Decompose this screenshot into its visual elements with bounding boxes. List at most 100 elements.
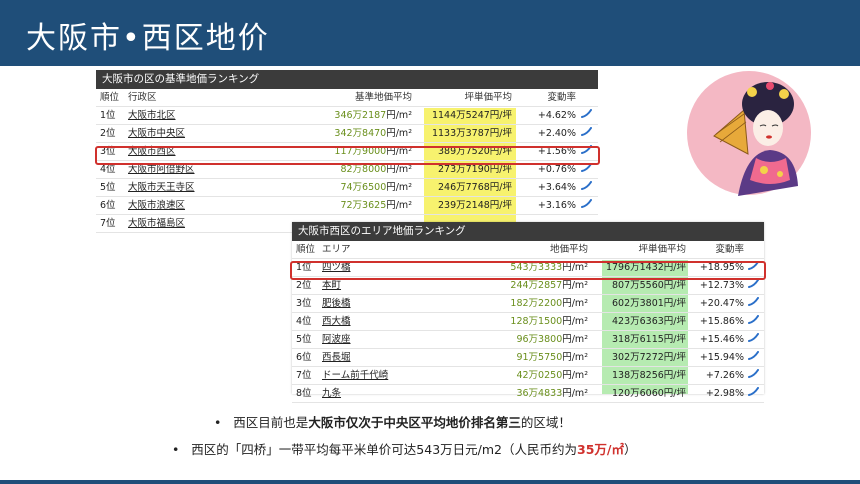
price-unit: 円/m² <box>562 334 588 345</box>
table-row: 6位 西長堀 91万5750円/m² 302万7272円/坪 +15.94% <box>292 349 764 367</box>
header-rate: 変動率 <box>715 244 744 255</box>
table-header-row: 順位 行政区 基準地価平均 坪単価平均 変動率 <box>96 89 598 107</box>
header-rate: 変動率 <box>547 92 576 103</box>
bullet-2-pre: 西区的「四桥」一带平均每平米单价可达543万日元/m2（人民币约为 <box>191 442 577 457</box>
table-row: 6位 大阪市浪速区 72万3625円/m² 239万2148円/坪 +3.16% <box>96 197 598 215</box>
trend-icon <box>748 349 759 366</box>
price-value: 72万3625 <box>340 200 387 211</box>
table-row: 4位 西大橋 128万1500円/m² 423万6363円/坪 +15.86% <box>292 313 764 331</box>
cell-rank: 6位 <box>100 200 116 211</box>
header-tsubo: 坪単価平均 <box>464 92 512 103</box>
cell-name-link[interactable]: 阿波座 <box>322 331 351 348</box>
trend-icon <box>581 197 592 214</box>
cell-rank: 1位 <box>100 110 116 121</box>
bullet-2-red: 35万/㎡ <box>577 442 624 457</box>
price-unit: 円/m² <box>562 316 588 327</box>
cell-price: 342万8470円/m² <box>334 125 412 142</box>
cell-price: 42万0250円/m² <box>516 367 588 384</box>
cell-name-link[interactable]: 西長堀 <box>322 349 351 366</box>
trend-icon <box>748 313 759 330</box>
cell-tsubo: 302万7272円/坪 <box>611 352 686 363</box>
cell-name-link[interactable]: 西大橋 <box>322 313 351 330</box>
price-unit: 円/m² <box>386 182 412 193</box>
bullet-2: • 西区的「四桥」一带平均每平米单价可达543万日元/m2（人民币约为35万/㎡… <box>172 439 636 458</box>
cell-price: 182万2200円/m² <box>510 295 588 312</box>
price-unit: 円/m² <box>562 388 588 399</box>
cell-name-link[interactable]: 大阪市福島区 <box>128 215 185 232</box>
cell-tsubo: 120万6060円/坪 <box>611 388 686 399</box>
price-value: 182万2200 <box>510 298 563 309</box>
cell-name-link[interactable]: 大阪市天王寺区 <box>128 179 195 196</box>
cell-rank: 5位 <box>100 182 116 193</box>
footer-strip <box>0 480 860 484</box>
trend-icon <box>581 107 592 124</box>
cell-price: 74万6500円/m² <box>340 179 412 196</box>
cell-rank: 6位 <box>296 352 312 363</box>
header-tsubo: 坪単価平均 <box>638 244 686 255</box>
price-unit: 円/m² <box>386 164 412 175</box>
cell-tsubo: 602万3801円/坪 <box>611 298 686 309</box>
cell-price: 128万1500円/m² <box>510 313 588 330</box>
bullet-2-post: ） <box>623 442 637 457</box>
cell-tsubo: 1133万3787円/坪 <box>431 128 512 139</box>
trend-icon <box>581 125 592 142</box>
cell-price: 346万2187円/m² <box>334 107 412 124</box>
cell-rate: +3.16% <box>537 200 576 211</box>
price-value: 82万8000 <box>340 164 387 175</box>
header-price: 地価平均 <box>549 244 588 255</box>
geisha-illustration <box>687 71 811 196</box>
cell-rank: 4位 <box>296 316 312 327</box>
cell-tsubo: 1144万5247円/坪 <box>431 110 512 121</box>
price-unit: 円/m² <box>562 280 588 291</box>
price-unit: 円/m² <box>386 200 412 211</box>
cell-rate: +2.98% <box>705 388 744 399</box>
cell-name-link[interactable]: 肥後橋 <box>322 295 351 312</box>
cell-rank: 3位 <box>296 298 312 309</box>
cell-rate: +15.94% <box>699 352 744 363</box>
cell-rate: +4.62% <box>537 110 576 121</box>
cell-name-link[interactable]: ドーム前千代崎 <box>322 367 388 384</box>
cell-name-link[interactable]: 大阪市北区 <box>128 107 176 124</box>
cell-name-link[interactable]: 大阪市浪速区 <box>128 197 185 214</box>
header-name: エリア <box>322 244 351 255</box>
cell-name-link[interactable]: 九条 <box>322 385 341 402</box>
table-row: 3位 肥後橋 182万2200円/m² 602万3801円/坪 +20.47% <box>292 295 764 313</box>
cell-price: 72万3625円/m² <box>340 197 412 214</box>
price-unit: 円/m² <box>386 110 412 121</box>
trend-icon <box>748 367 759 384</box>
highlight-box-yotsubashi <box>290 261 766 280</box>
price-value: 346万2187 <box>334 110 387 121</box>
table-row: 8位 九条 36万4833円/m² 120万6060円/坪 +2.98% <box>292 385 764 403</box>
cell-rate: +2.40% <box>537 128 576 139</box>
header-name: 行政区 <box>128 92 157 103</box>
table-row: 5位 大阪市天王寺区 74万6500円/m² 246万7768円/坪 +3.64% <box>96 179 598 197</box>
cell-rank: 7位 <box>100 218 116 229</box>
cell-tsubo: 239万2148円/坪 <box>437 200 512 211</box>
header-rank: 順位 <box>100 92 120 103</box>
table-caption: 大阪市西区のエリア地価ランキング <box>292 222 764 241</box>
price-value: 128万1500 <box>510 316 563 327</box>
price-value: 96万3800 <box>516 334 563 345</box>
cell-tsubo: 246万7768円/坪 <box>437 182 512 193</box>
price-value: 36万4833 <box>516 388 563 399</box>
trend-icon <box>748 331 759 348</box>
area-ranking-table: 大阪市西区のエリア地価ランキング 順位 エリア 地価平均 坪単価平均 変動率 1… <box>292 222 764 403</box>
cell-tsubo: 423万6363円/坪 <box>611 316 686 327</box>
cell-rate: +15.46% <box>699 334 744 345</box>
cell-price: 36万4833円/m² <box>516 385 588 402</box>
table-row: 2位 大阪市中央区 342万8470円/m² 1133万3787円/坪 +2.40% <box>96 125 598 143</box>
cell-tsubo: 138万8256円/坪 <box>611 370 686 381</box>
header-rank: 順位 <box>296 244 316 255</box>
cell-price: 96万3800円/m² <box>516 331 588 348</box>
price-value: 244万2857 <box>510 280 563 291</box>
bullet-1-bold: 大阪市仅次于中央区平均地价排名第三 <box>308 415 521 430</box>
price-value: 42万0250 <box>516 370 563 381</box>
highlight-box-nishi-ku <box>95 146 600 165</box>
cell-rate: +20.47% <box>699 298 744 309</box>
price-unit: 円/m² <box>562 370 588 381</box>
slide-title: 大阪市•西区地价 <box>26 21 270 56</box>
cell-name-link[interactable]: 大阪市中央区 <box>128 125 185 142</box>
cell-rank: 7位 <box>296 370 312 381</box>
slide-header: 大阪市•西区地价 <box>0 0 860 66</box>
cell-rate: +3.64% <box>537 182 576 193</box>
